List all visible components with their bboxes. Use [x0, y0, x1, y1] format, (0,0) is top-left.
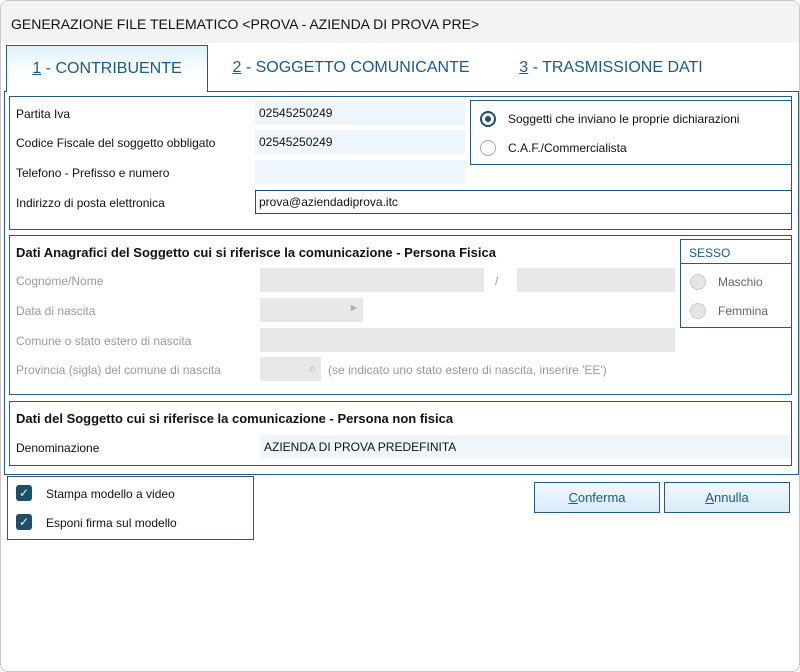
tipo-soggetto-group [470, 100, 792, 165]
partita-iva-field[interactable]: 02545250249 [255, 101, 465, 125]
tab-soggetto-comunicante[interactable]: 2 - SOGGETTO COMUNICANTE [226, 45, 476, 92]
comune-label: Comune o stato estero di nascita [16, 334, 192, 348]
tab-label: - SOGGETTO COMUNICANTE [241, 59, 470, 76]
cognome-field[interactable] [260, 268, 484, 292]
tab-label: - CONTRIBUENTE [41, 60, 182, 77]
esponi-firma-checkbox[interactable]: ✓ [16, 514, 32, 530]
cognome-nome-label: Cognome/Nome [16, 274, 104, 288]
radio-label: Femmina [718, 304, 769, 318]
radio-label: Soggetti che inviano le proprie dichiara… [508, 112, 740, 126]
title-bar: GENERAZIONE FILE TELEMATICO <PROVA - AZI… [1, 1, 799, 43]
nome-field[interactable] [517, 268, 675, 292]
conferma-button[interactable]: Conferma [534, 482, 660, 513]
annulla-button[interactable]: Annulla [664, 482, 790, 513]
dialog-window: GENERAZIONE FILE TELEMATICO <PROVA - AZI… [0, 0, 800, 672]
accel-key: C [568, 490, 578, 505]
denominazione-label: Denominazione [16, 441, 100, 455]
provincia-label: Provincia (sigla) del comune di nascita [16, 363, 221, 377]
dropdown-arrow-icon[interactable]: ▶ [351, 303, 357, 312]
radio-caf-commercialista[interactable] [480, 140, 496, 156]
radio-label: C.A.F./Commercialista [508, 141, 627, 155]
options-group [7, 476, 254, 540]
email-field[interactable]: prova@aziendadiprova.itc [255, 190, 792, 214]
codice-fiscale-field[interactable]: 02545250249 [255, 130, 465, 154]
denominazione-field[interactable]: AZIENDA DI PROVA PREDEFINITA [260, 435, 791, 459]
email-label: Indirizzo di posta elettronica [16, 196, 165, 210]
persona-fisica-heading: Dati Anagrafici del Soggetto cui si rife… [16, 245, 496, 260]
button-label: onferma [577, 490, 626, 505]
checkbox-label: Esponi firma sul modello [46, 516, 177, 530]
data-nascita-field[interactable]: ▶ [260, 298, 363, 322]
telefono-label: Telefono - Prefisso e numero [16, 166, 170, 180]
provincia-hint: (se indicato uno stato estero di nascita… [328, 363, 607, 377]
divider [680, 263, 792, 264]
search-icon[interactable]: ⌕ [309, 361, 316, 376]
telefono-field[interactable] [255, 160, 465, 184]
persona-non-fisica-heading: Dati del Soggetto cui si riferisce la co… [16, 411, 454, 426]
tab-trasmissione-dati[interactable]: 3 - TRASMISSIONE DATI [506, 45, 716, 92]
tab-key: 3 [519, 59, 529, 76]
comune-field[interactable] [260, 328, 675, 352]
accel-key: A [705, 490, 714, 505]
stampa-modello-checkbox[interactable]: ✓ [16, 485, 32, 501]
radio-soggetti-propri[interactable] [480, 111, 496, 127]
partita-iva-label: Partita Iva [16, 107, 71, 121]
radio-femmina[interactable] [690, 303, 706, 319]
tab-contribuente[interactable]: 1 - CONTRIBUENTE [6, 45, 208, 92]
tab-key: 1 [32, 60, 42, 77]
button-label: nnulla [713, 490, 749, 505]
radio-maschio[interactable] [690, 274, 706, 290]
checkbox-label: Stampa modello a video [46, 487, 175, 501]
codice-fiscale-label: Codice Fiscale del soggetto obbligato [16, 136, 216, 150]
tab-label: - TRASMISSIONE DATI [528, 59, 703, 76]
window-title: GENERAZIONE FILE TELEMATICO <PROVA - AZI… [11, 16, 480, 32]
radio-label: Maschio [718, 275, 763, 289]
sesso-label: SESSO [689, 246, 731, 260]
separator: / [495, 274, 499, 288]
provincia-field[interactable]: ⌕ [260, 357, 321, 381]
data-nascita-label: Data di nascita [16, 304, 96, 318]
